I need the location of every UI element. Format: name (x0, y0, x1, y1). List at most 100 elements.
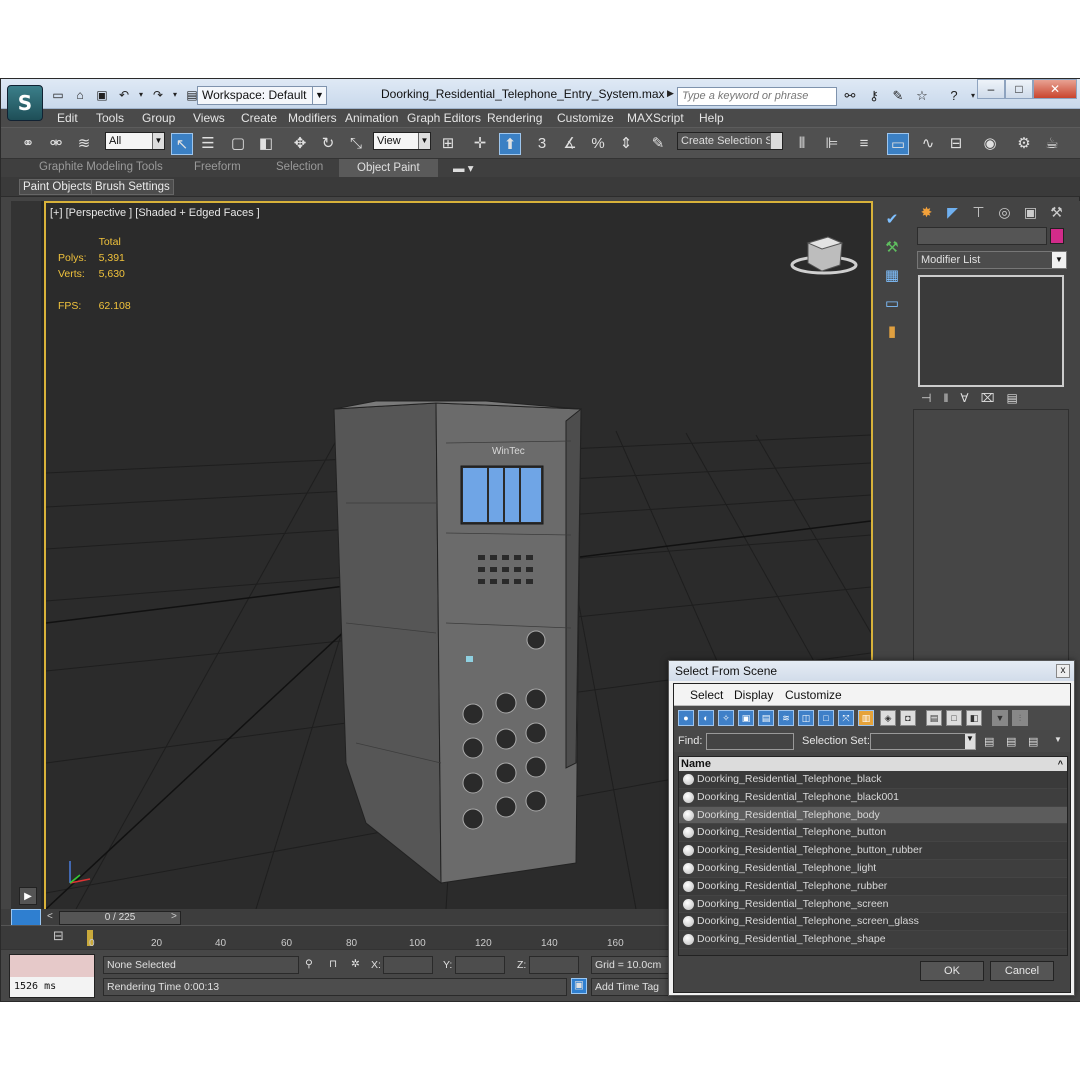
pin-stack-icon[interactable]: ⊣ (921, 391, 931, 405)
select-invert-icon[interactable]: ▤ (1028, 735, 1038, 748)
hierarchy-tab-icon[interactable]: ⊤ (967, 201, 990, 223)
open-file-icon[interactable]: ⌂ (71, 86, 89, 104)
viewport-label[interactable]: [+] [Perspective ] [Shaded + Edged Faces… (50, 207, 260, 219)
menu-views[interactable]: Views (193, 111, 225, 125)
z-coordinate-input[interactable] (529, 956, 579, 974)
menu-modifiers[interactable]: Modifiers (288, 111, 337, 125)
brush-settings-button[interactable]: Brush Settings (91, 179, 174, 195)
reference-coordinate-dropdown[interactable]: View ▼ (373, 132, 431, 150)
angle-snap-icon[interactable]: ∡ (559, 133, 581, 155)
configure-sets-icon[interactable]: ▤ (1006, 391, 1017, 405)
dialog-menu-select[interactable]: Select (690, 688, 723, 702)
ribbon-options-icon[interactable]: ▬ ▾ (453, 161, 473, 175)
menu-customize[interactable]: Customize (557, 111, 614, 125)
select-all-icon[interactable]: ▤ (984, 735, 994, 748)
list-item[interactable]: Doorking_Residential_Telephone_screen (679, 896, 1067, 914)
help-dropdown-icon[interactable]: ▾ (969, 87, 977, 105)
select-by-name-icon[interactable]: ☰ (197, 133, 219, 155)
x-coordinate-input[interactable] (383, 956, 433, 974)
scale-icon[interactable]: ⤡ (345, 133, 367, 155)
tab-freeform[interactable]: Freeform (194, 161, 241, 173)
slider-next-icon[interactable]: > (171, 911, 177, 922)
selection-set-dropdown[interactable]: ▼ (870, 733, 976, 750)
new-file-icon[interactable]: ▭ (49, 86, 67, 104)
time-tag-icon[interactable]: ▣ (571, 978, 587, 994)
create-tab-icon[interactable]: ✸ (915, 201, 938, 223)
object-color-swatch[interactable] (1050, 228, 1064, 244)
select-object-icon[interactable]: ↖ (171, 133, 193, 155)
menu-tools[interactable]: Tools (96, 111, 124, 125)
selection-filter-dropdown[interactable]: All ▼ (105, 132, 165, 150)
rectangular-selection-icon[interactable]: ▢ (227, 133, 249, 155)
undo-dropdown-icon[interactable]: ▾ (137, 86, 145, 104)
render-setup-icon[interactable]: ⚙ (1013, 133, 1035, 155)
menu-help[interactable]: Help (699, 111, 724, 125)
more-options-icon[interactable]: ▼ (1054, 735, 1062, 744)
list-item[interactable]: Doorking_Residential_Telephone_body (679, 806, 1067, 825)
list-item[interactable]: Doorking_Residential_Telephone_button (679, 824, 1067, 843)
list-item[interactable]: Doorking_Residential_Telephone_rubber (679, 877, 1067, 896)
undo-icon[interactable]: ↶ (115, 86, 133, 104)
layer-manager-icon[interactable]: ≡ (853, 133, 875, 155)
save-icon[interactable]: ▣ (93, 86, 111, 104)
redo-icon[interactable]: ↷ (149, 86, 167, 104)
selection-lock-icon[interactable]: ⊓ (329, 958, 337, 970)
material-editor-icon[interactable]: ◉ (979, 133, 1001, 155)
play-icon[interactable]: ▶ (19, 887, 37, 905)
modifier-list-dropdown[interactable]: Modifier List ▼ (917, 251, 1067, 269)
mirror-icon[interactable]: ⫴ (791, 133, 813, 155)
display-shapes-icon[interactable]: ◐ (698, 710, 714, 726)
pivot-center-icon[interactable]: ⊞ (437, 133, 459, 155)
tab-graphite-modeling-tools[interactable]: Graphite Modeling Tools (39, 161, 163, 173)
redo-dropdown-icon[interactable]: ▾ (171, 86, 179, 104)
keyword-search-input[interactable]: Type a keyword or phrase (677, 87, 837, 106)
tab-object-paint[interactable]: Object Paint (339, 159, 438, 177)
slider-prev-icon[interactable]: < (47, 911, 53, 922)
make-unique-icon[interactable]: ∀ (960, 391, 968, 405)
dialog-close-button[interactable]: x (1056, 664, 1070, 678)
find-input[interactable] (706, 733, 794, 750)
menu-animation[interactable]: Animation (345, 111, 398, 125)
list-item[interactable]: Doorking_Residential_Telephone_screen_gl… (679, 913, 1067, 932)
tab-selection[interactable]: Selection (276, 161, 323, 173)
door-icon[interactable]: ▮ (879, 319, 905, 345)
display-xrefs-icon[interactable]: □ (818, 710, 834, 726)
advanced-filter-icon[interactable]: ⫶ (1012, 710, 1028, 726)
display-geometry-icon[interactable]: ● (678, 710, 694, 726)
expand-arrow-icon[interactable]: ▶ (667, 88, 674, 99)
add-time-tag[interactable]: Add Time Tag (591, 978, 669, 996)
absolute-mode-icon[interactable]: ✲ (351, 958, 360, 970)
display-cameras-icon[interactable]: ▣ (738, 710, 754, 726)
display-groups-icon[interactable]: ◫ (798, 710, 814, 726)
workspace-dropdown[interactable]: Workspace: Default ▼ (197, 86, 327, 105)
unlink-icon[interactable]: ⚮ (45, 133, 67, 155)
link-icon[interactable]: ⚭ (17, 133, 39, 155)
remove-modifier-icon[interactable]: ⌧ (981, 391, 995, 405)
star-icon[interactable]: ☆ (913, 87, 931, 105)
display-none-icon[interactable]: □ (946, 710, 962, 726)
cancel-button[interactable]: Cancel (990, 961, 1054, 981)
binoculars-icon[interactable]: ⚯ (841, 87, 859, 105)
filter-icon[interactable]: ▼ (992, 710, 1008, 726)
dialog-menu-display[interactable]: Display (734, 688, 773, 702)
render-teapot-icon[interactable]: ☕ (1041, 133, 1063, 155)
object-name-field[interactable] (917, 227, 1047, 245)
time-slider[interactable]: 0 / 225 (59, 911, 181, 925)
select-none-icon[interactable]: ▤ (1006, 735, 1016, 748)
display-tab-icon[interactable]: ▣ (1019, 201, 1042, 223)
align-icon[interactable]: ⊫ (821, 133, 843, 155)
display-invert-icon[interactable]: ◧ (966, 710, 982, 726)
rotate-icon[interactable]: ↻ (317, 133, 339, 155)
y-coordinate-input[interactable] (455, 956, 505, 974)
display-helpers-icon[interactable]: ▤ (758, 710, 774, 726)
viewcube[interactable] (790, 236, 858, 275)
utilities-tab-icon[interactable]: ⚒ (1045, 201, 1068, 223)
display-lights-icon[interactable]: ✧ (718, 710, 734, 726)
curve-editor-icon[interactable]: ∿ (917, 133, 939, 155)
spinner-snap-icon[interactable]: ⇕ (615, 133, 637, 155)
maximize-button[interactable]: □ (1005, 79, 1033, 99)
modifier-stack[interactable] (918, 275, 1064, 387)
window-crossing-icon[interactable]: ◧ (255, 133, 277, 155)
list-item[interactable]: Doorking_Residential_Telephone_black001 (679, 789, 1067, 807)
list-item[interactable]: Doorking_Residential_Telephone_button_ru… (679, 842, 1067, 860)
